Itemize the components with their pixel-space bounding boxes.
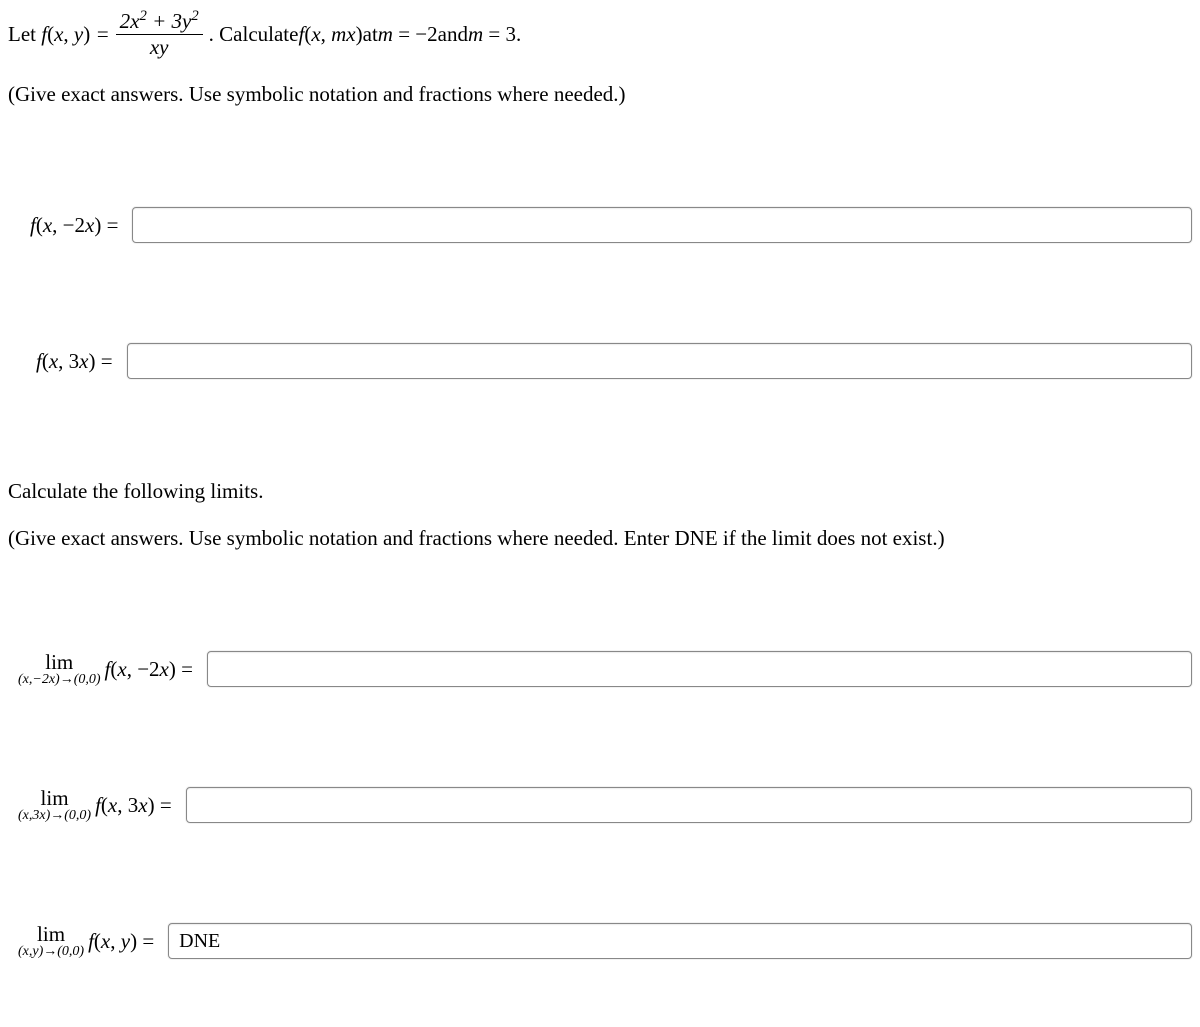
- limit-row-1: lim (x,−2x)→(0,0) f(x, −2x) =: [8, 651, 1192, 687]
- calc-suffix: at: [363, 22, 378, 47]
- answer-input-1[interactable]: [132, 207, 1192, 243]
- denominator: xy: [146, 35, 173, 60]
- answer-row-2: f(x, 3x) =: [8, 343, 1192, 379]
- answer-label-1: f(x, −2x) =: [8, 213, 132, 238]
- m-3: m = 3.: [468, 22, 521, 47]
- answer-row-1: f(x, −2x) =: [8, 207, 1192, 243]
- limit-label-3: lim (x,y)→(0,0) f(x, y) =: [8, 924, 168, 959]
- lim-text-2: lim: [41, 788, 69, 809]
- limit-label-1: lim (x,−2x)→(0,0) f(x, −2x) =: [8, 652, 207, 687]
- calc-text: . Calculate: [209, 22, 299, 47]
- lim-sub-1: (x,−2x)→(0,0): [18, 673, 101, 687]
- func-def: f(x, y) =: [36, 22, 110, 47]
- answer-input-5[interactable]: [168, 923, 1192, 959]
- answer-input-4[interactable]: [186, 787, 1192, 823]
- section2-heading: Calculate the following limits.: [8, 479, 1192, 504]
- and-text: and: [438, 22, 468, 47]
- lim-func-3: f(x, y) =: [88, 929, 154, 954]
- numerator: 2x2 + 3y2: [116, 8, 203, 35]
- limit-label-2: lim (x,3x)→(0,0) f(x, 3x) =: [8, 788, 186, 823]
- problem-statement-line1: Let f(x, y) = 2x2 + 3y2 xy . Calculate f…: [8, 8, 1192, 60]
- lim-text-3: lim: [37, 924, 65, 945]
- limit-row-3: lim (x,y)→(0,0) f(x, y) =: [8, 923, 1192, 959]
- lim-sub-3: (x,y)→(0,0): [18, 945, 84, 959]
- limit-row-2: lim (x,3x)→(0,0) f(x, 3x) =: [8, 787, 1192, 823]
- answer-input-2[interactable]: [127, 343, 1192, 379]
- lim-func-1: f(x, −2x) =: [105, 657, 193, 682]
- instruction-1: (Give exact answers. Use symbolic notati…: [8, 82, 1192, 107]
- calc-func: f(x, mx): [298, 22, 362, 47]
- fraction-definition: 2x2 + 3y2 xy: [116, 8, 203, 60]
- lim-text-1: lim: [45, 652, 73, 673]
- answer-label-2: f(x, 3x) =: [8, 349, 127, 374]
- answer-input-3[interactable]: [207, 651, 1192, 687]
- instruction-2: (Give exact answers. Use symbolic notati…: [8, 526, 1192, 551]
- let-text: Let: [8, 22, 36, 47]
- lim-sub-2: (x,3x)→(0,0): [18, 809, 91, 823]
- m-neg2: m = −2: [378, 22, 438, 47]
- lim-func-2: f(x, 3x) =: [95, 793, 172, 818]
